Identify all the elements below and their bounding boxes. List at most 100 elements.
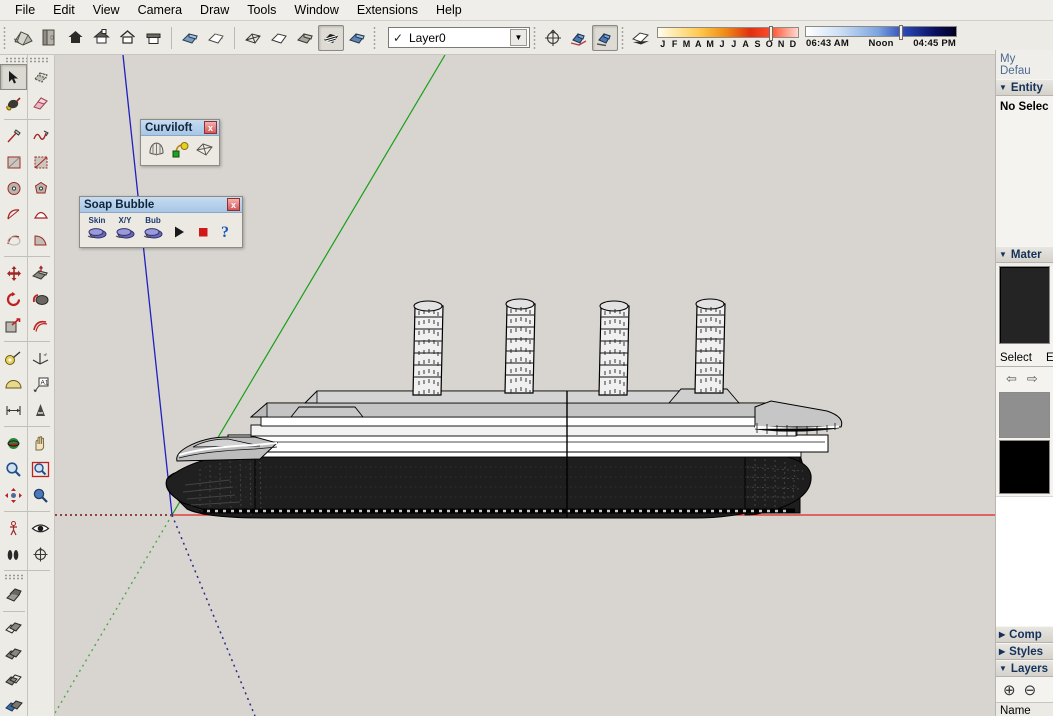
tab-select[interactable]: Select [1000, 350, 1036, 366]
curviloft-skin-contours-icon[interactable] [193, 139, 215, 160]
house-outline-icon[interactable] [114, 25, 140, 51]
curviloft-loft-along-path-icon[interactable] [169, 139, 191, 160]
previous-view-icon[interactable] [27, 482, 54, 508]
offset-tool-icon[interactable] [27, 312, 54, 338]
house-print-icon[interactable] [140, 25, 166, 51]
month-label-2: M [682, 38, 691, 49]
house-open-icon[interactable] [88, 25, 114, 51]
menu-help[interactable]: Help [427, 0, 471, 20]
layers-body: ⊕ ⊖ Name Layer0 [996, 677, 1053, 716]
menu-edit[interactable]: Edit [44, 0, 84, 20]
materials-header[interactable]: ▼ Mater [996, 246, 1053, 263]
menu-file[interactable]: File [6, 0, 44, 20]
material-swatch-black[interactable] [999, 440, 1050, 494]
layers-header[interactable]: ▼ Layers [996, 660, 1053, 677]
soap-xy-icon[interactable]: X/Y [113, 215, 137, 242]
axes-icon[interactable] [540, 25, 566, 51]
face-style-texture-icon[interactable] [318, 24, 344, 51]
face-style-wireframe-icon[interactable] [240, 25, 266, 51]
face-style-hiddenline-icon[interactable] [266, 25, 292, 51]
zoom-window-icon[interactable] [27, 456, 54, 482]
pan-tool-icon[interactable] [27, 430, 54, 456]
soap-skin-icon[interactable]: Skin [85, 215, 109, 242]
chevron-down-icon[interactable]: ▼ [510, 29, 527, 46]
nav-back-icon[interactable]: ⇦ [1006, 371, 1017, 387]
material-swatch-grey[interactable] [999, 392, 1050, 438]
face-style-backedges-icon[interactable] [203, 25, 229, 51]
face-style-monochrome-icon[interactable] [344, 25, 370, 51]
freehand-tool-icon[interactable] [27, 123, 54, 149]
material-preview-swatch[interactable] [999, 266, 1050, 344]
face-style-shaded-icon[interactable] [292, 25, 318, 51]
solid-union-icon[interactable] [0, 641, 27, 667]
solid-intersect-icon[interactable] [0, 615, 27, 641]
new-document-icon[interactable] [36, 25, 62, 51]
date-slider-track[interactable] [657, 25, 799, 41]
soap-bub-label: Bub [145, 216, 161, 225]
curviloft-palette[interactable]: Curviloft x [140, 119, 220, 166]
soap-help-icon[interactable]: ? [217, 221, 237, 242]
tab-edit[interactable]: E [1046, 350, 1053, 366]
soap-bub-icon[interactable]: Bub [141, 215, 165, 242]
menu-window[interactable]: Window [285, 0, 347, 20]
material-nav: ⇦ ⇨ [996, 367, 1053, 390]
time-slider[interactable]: 06:43 AM Noon 04:45 PM [805, 25, 957, 49]
pie-tool-icon[interactable] [27, 227, 54, 253]
pushpull-tool-icon[interactable] [27, 260, 54, 286]
curviloft-title-bar[interactable]: Curviloft x [141, 120, 219, 136]
styles-header[interactable]: ▶ Styles [996, 643, 1053, 660]
home-filled-icon[interactable] [62, 25, 88, 51]
look-around-icon[interactable] [27, 515, 54, 541]
month-label-5: J [719, 38, 725, 49]
soap-bubble-palette[interactable]: Soap Bubble x Skin X/Y Bub ? [79, 196, 243, 248]
rotated-rectangle-tool-icon[interactable] [27, 149, 54, 175]
layer-select[interactable]: ✓ Layer0 ▼ [388, 27, 530, 48]
layer-toolbar-grip[interactable] [373, 25, 376, 50]
close-icon[interactable]: x [227, 198, 240, 211]
model-viewport[interactable]: Curviloft x Soap Bubble x Skin X/Y Bub ? [55, 55, 995, 716]
date-slider-thumb[interactable] [768, 25, 773, 41]
views-toolbar-grip[interactable] [533, 25, 536, 50]
shadow-settings-icon[interactable] [566, 25, 592, 51]
curviloft-loft-by-spline-icon[interactable] [145, 139, 167, 160]
add-layer-button[interactable]: ⊕ [1003, 681, 1016, 699]
menu-extensions[interactable]: Extensions [348, 0, 427, 20]
time-slider-track[interactable] [805, 25, 957, 40]
remove-layer-button[interactable]: ⊖ [1024, 681, 1037, 699]
menu-draw[interactable]: Draw [191, 0, 238, 20]
material-library-list[interactable] [996, 496, 1053, 626]
axes-tool-icon[interactable] [27, 345, 54, 371]
followme-tool-icon[interactable] [27, 286, 54, 312]
text-tool-icon[interactable]: A1 [27, 371, 54, 397]
solid-trim-icon[interactable] [0, 693, 27, 716]
solid-outer-shell-icon[interactable] [0, 582, 27, 608]
menu-camera[interactable]: Camera [129, 0, 191, 20]
two-point-arc-icon[interactable] [27, 201, 54, 227]
soap-stop-icon[interactable] [193, 222, 213, 242]
month-label-10: N [777, 38, 785, 49]
three-d-text-icon[interactable] [27, 397, 54, 423]
sketchup-logo-icon[interactable] [10, 25, 36, 51]
soap-bubble-title-bar[interactable]: Soap Bubble x [80, 197, 242, 213]
polygon-tool-icon[interactable] [27, 175, 54, 201]
menu-tools[interactable]: Tools [238, 0, 285, 20]
close-icon[interactable]: x [204, 121, 217, 134]
nav-forward-icon[interactable]: ⇨ [1027, 371, 1038, 387]
fog-icon[interactable] [628, 25, 654, 51]
menu-view[interactable]: View [84, 0, 129, 20]
section-plane-icon[interactable] [27, 541, 54, 567]
time-slider-thumb[interactable] [899, 25, 903, 40]
toolbar-grip[interactable] [3, 25, 6, 50]
layer-column-name[interactable]: Name [996, 702, 1053, 716]
shadows-toggle-icon[interactable] [592, 24, 618, 51]
default-tray[interactable]: My Defau ▼ Entity No Selec ▼ Mater Selec… [995, 50, 1053, 716]
components-header[interactable]: ▶ Comp [996, 626, 1053, 643]
entity-info-header[interactable]: ▼ Entity [996, 79, 1053, 96]
soap-play-icon[interactable] [169, 222, 189, 242]
face-style-xray-icon[interactable] [177, 25, 203, 51]
date-slider[interactable]: JFMAMJJASOND [657, 25, 799, 49]
shadow-toolbar-grip[interactable] [621, 25, 624, 50]
eraser-icon[interactable] [27, 90, 54, 116]
solid-subtract-icon[interactable] [0, 667, 27, 693]
make-component-icon[interactable] [27, 64, 54, 90]
